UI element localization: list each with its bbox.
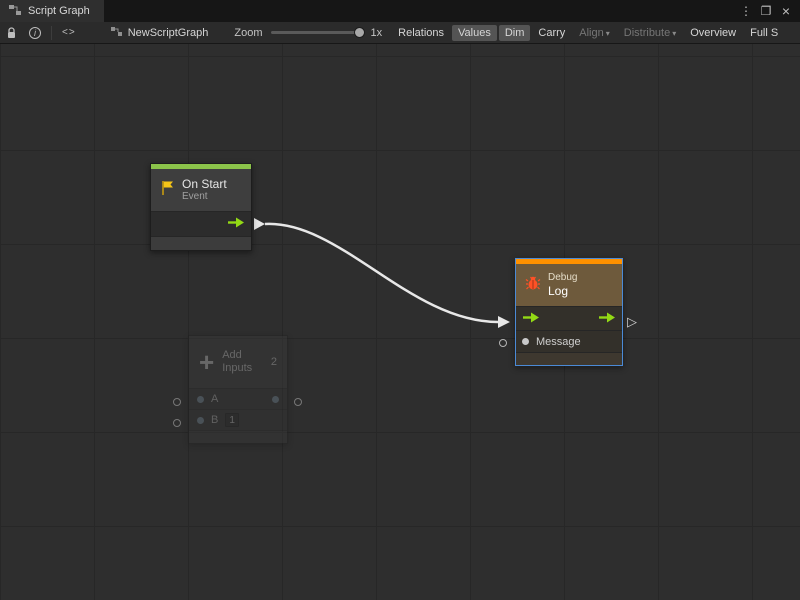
bug-icon — [525, 275, 541, 296]
ghost-row-b: B 1 — [189, 409, 287, 430]
breadcrumb-graph-name[interactable]: NewScriptGraph — [110, 26, 209, 40]
node-title: Log — [548, 284, 577, 298]
lock-icon[interactable] — [0, 22, 23, 44]
zoom-value: 1x — [371, 27, 383, 39]
node-subtitle: Event — [182, 191, 227, 203]
zoom-label: Zoom — [234, 27, 262, 39]
value-input-port[interactable] — [197, 417, 204, 424]
graph-toolbar: i <> NewScriptGraph Zoom 1x Relations Va… — [0, 22, 800, 44]
on-start-footer — [151, 236, 251, 250]
toolbar-separator — [51, 26, 52, 40]
tab-script-graph[interactable]: Script Graph — [0, 0, 104, 22]
flow-output-port[interactable] — [227, 215, 245, 233]
toolbar-button-fullscreen[interactable]: Full S — [744, 25, 784, 41]
title-bar: Script Graph ⋮ ❐ × — [0, 0, 800, 22]
graph-name-label: NewScriptGraph — [128, 27, 209, 39]
debug-header: Debug Log — [516, 264, 622, 306]
unconnected-flow-triangle-icon[interactable]: ▷ — [627, 315, 637, 328]
graph-asset-icon — [110, 26, 123, 40]
ghost-row-a: A — [189, 388, 287, 409]
window-controls: ⋮ ❐ × — [738, 3, 800, 19]
value-input-port[interactable] — [522, 338, 529, 345]
flow-output-port[interactable] — [598, 310, 616, 328]
port-label-a: A — [211, 393, 218, 405]
toolbar-button-values[interactable]: Values — [452, 25, 497, 41]
flow-input-port[interactable] — [522, 310, 540, 328]
toolbar-button-align[interactable]: Align▾ — [573, 25, 615, 41]
plus-icon: + — [199, 349, 214, 375]
close-icon[interactable]: × — [778, 3, 794, 19]
ghost-label-line1: Add — [222, 349, 252, 362]
toolbar-button-carry[interactable]: Carry — [532, 25, 571, 41]
unconnected-port-circle[interactable] — [173, 419, 181, 427]
on-start-header: On Start Event — [151, 169, 251, 211]
script-graph-icon — [8, 4, 22, 19]
ghost-input-count[interactable]: 2 — [271, 356, 277, 368]
script-graph-window: Script Graph ⋮ ❐ × i <> NewScriptGraph Z… — [0, 0, 800, 600]
toolbar-button-distribute[interactable]: Distribute▾ — [618, 25, 682, 41]
debug-footer — [516, 352, 622, 365]
on-start-port-row — [151, 211, 251, 236]
unconnected-port-circle[interactable] — [294, 398, 302, 406]
ghost-header: + Add Inputs 2 — [189, 336, 287, 388]
chevron-down-icon: ▾ — [606, 29, 610, 38]
message-port-label: Message — [536, 336, 581, 348]
tab-title: Script Graph — [28, 5, 90, 17]
value-output-port[interactable] — [272, 396, 279, 403]
zoom-slider-handle[interactable] — [354, 27, 365, 38]
unconnected-port-circle[interactable] — [499, 339, 507, 347]
node-on-start[interactable]: On Start Event — [150, 163, 252, 251]
ghost-footer — [189, 430, 287, 443]
info-icon[interactable]: i — [23, 22, 47, 44]
node-category: Debug — [548, 272, 577, 284]
flag-icon — [160, 180, 175, 201]
menu-icon[interactable]: ⋮ — [738, 4, 754, 18]
toolbar-button-dim[interactable]: Dim — [499, 25, 531, 41]
inline-value-field[interactable]: 1 — [225, 413, 239, 427]
zoom-slider[interactable] — [271, 31, 363, 34]
toolbar-button-relations[interactable]: Relations — [392, 25, 450, 41]
graph-canvas[interactable]: On Start Event — [0, 44, 800, 600]
node-add-inputs-ghost[interactable]: + Add Inputs 2 A B 1 — [188, 335, 288, 444]
wire-start-arrow-icon — [254, 218, 265, 230]
code-icon[interactable]: <> — [56, 22, 82, 44]
port-label-b: B — [211, 414, 218, 426]
debug-message-row: Message — [516, 330, 622, 352]
connection-wire[interactable] — [0, 44, 800, 600]
debug-flow-row — [516, 306, 622, 330]
zoom-control: Zoom 1x — [234, 27, 382, 39]
maximize-icon[interactable]: ❐ — [758, 4, 774, 18]
ghost-label-line2: Inputs — [222, 362, 252, 375]
toolbar-buttons: Relations Values Dim Carry Align▾ Distri… — [392, 25, 784, 41]
toolbar-button-overview[interactable]: Overview — [684, 25, 742, 41]
wire-end-arrow-icon — [498, 316, 510, 328]
wire-path[interactable] — [265, 224, 498, 322]
node-debug-log[interactable]: Debug Log Message — [515, 258, 623, 366]
value-input-port[interactable] — [197, 396, 204, 403]
chevron-down-icon: ▾ — [672, 29, 676, 38]
node-title: On Start — [182, 177, 227, 191]
unconnected-port-circle[interactable] — [173, 398, 181, 406]
